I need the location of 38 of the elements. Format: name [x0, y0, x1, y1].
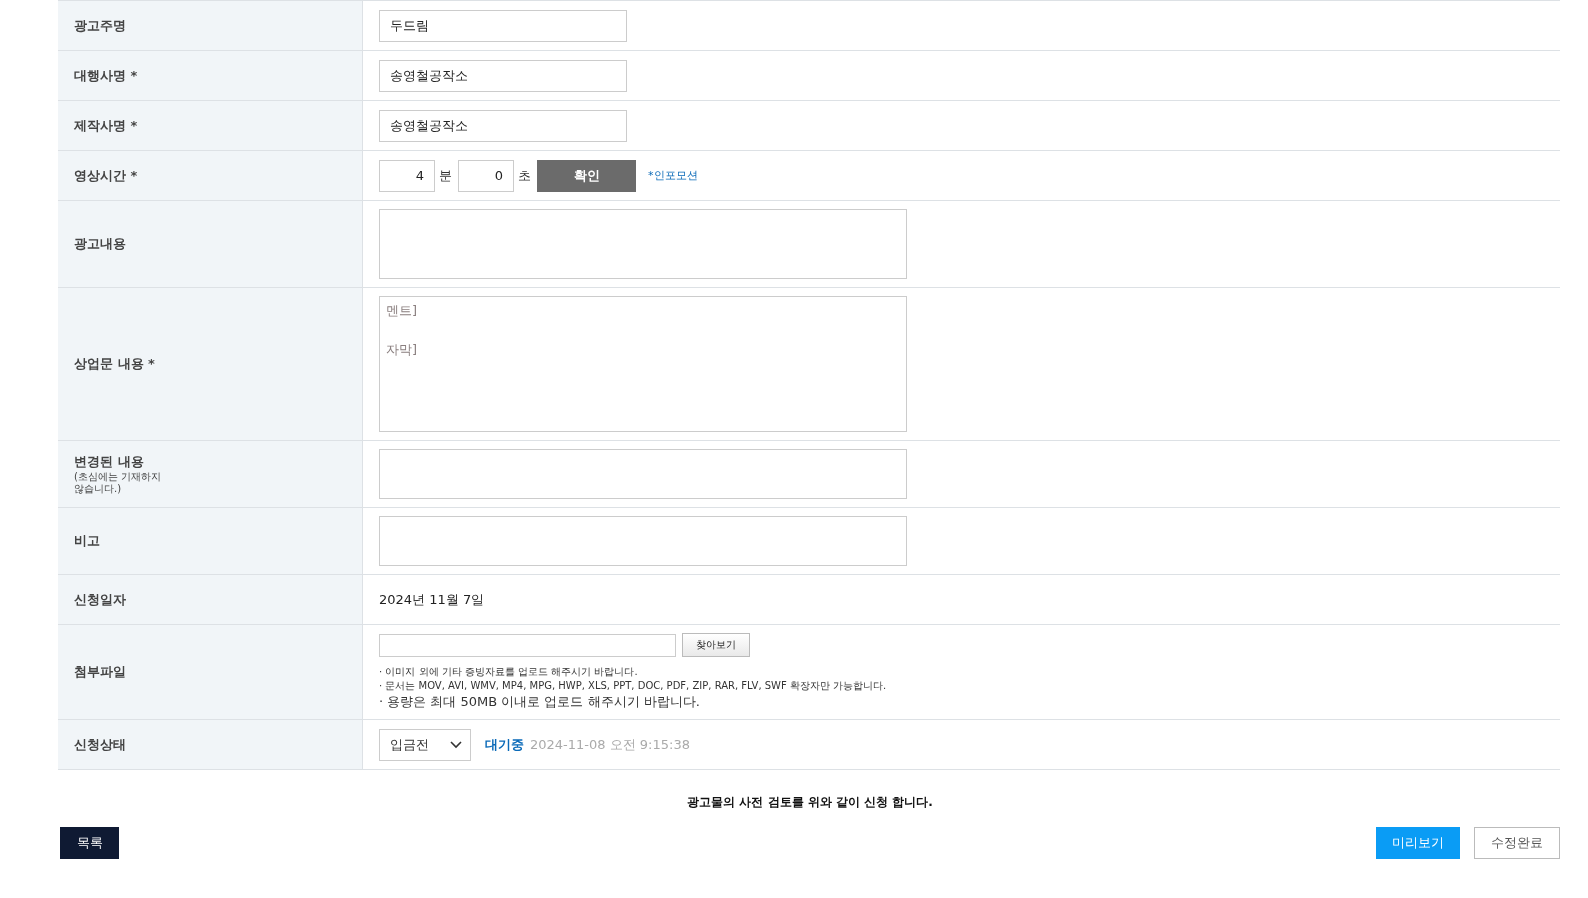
notice-text: 광고물의 사전 검토를 위와 같이 신청 합니다. [686, 794, 934, 812]
date-text: 2024년 11월 7일 [379, 590, 486, 609]
text-field[interactable]: 송영철공작소 [379, 59, 627, 92]
field-label: 첨부파일 [74, 663, 127, 682]
text-area[interactable] [379, 209, 907, 279]
field-label: 신청상태 [74, 735, 127, 754]
confirm-button[interactable]: 확인 [537, 159, 636, 192]
chevron-down-icon [450, 740, 462, 749]
minutes-field[interactable]: 4 [379, 159, 435, 192]
text-field[interactable]: 두드림 [379, 9, 627, 42]
field-label: 영상시간 * [74, 166, 139, 185]
status-text: 대기중 [485, 735, 524, 754]
upload-note: · 이미지 외에 기타 증빙자료를 업로드 해주시기 바랍니다. [379, 665, 639, 679]
field-label: 신청일자 [74, 590, 127, 609]
text-area[interactable] [379, 449, 907, 499]
field-label: 광고주명 [74, 16, 127, 35]
field-label: 상업문 내용 * [74, 355, 156, 373]
timestamp: 2024-11-08 오전 9:15:38 [530, 735, 690, 754]
field-label: 대행사명 * [74, 66, 139, 85]
field-note: (초심에는 기재하지 않습니다.) [74, 471, 163, 495]
browse-button[interactable]: 찾아보기 [682, 633, 750, 657]
upload-note: · 문서는 MOV, AVI, WMV, MP4, MPG, HWP, XLS, PPT, DOC, PDF, ZIP, RAR, FLV, SWF 확장자만 가능합니다. [379, 679, 888, 693]
field-label: 비고 [74, 532, 101, 550]
list-button[interactable]: 목록 [60, 827, 119, 860]
upload-note: · 용량은 최대 50MB 이내로 업로드 해주시기 바랍니다. [379, 693, 701, 711]
info-link[interactable]: *인포모션 [648, 168, 698, 183]
minutes-unit: 분 [439, 166, 452, 185]
text-area[interactable]: 멘트] 자막] [379, 296, 907, 432]
field-label: 제작사명 * [74, 116, 139, 135]
file-path-field[interactable] [379, 633, 676, 657]
seconds-unit: 초 [518, 166, 531, 185]
text-area[interactable] [379, 516, 907, 566]
text-field[interactable]: 송영철공작소 [379, 109, 627, 142]
seconds-field[interactable]: 0 [458, 159, 514, 192]
status-select[interactable]: 입금전 [379, 728, 471, 761]
field-label: 광고내용 [74, 235, 127, 253]
save-button[interactable]: 수정완료 [1474, 827, 1560, 860]
field-label: 변경된 내용 [74, 453, 145, 471]
